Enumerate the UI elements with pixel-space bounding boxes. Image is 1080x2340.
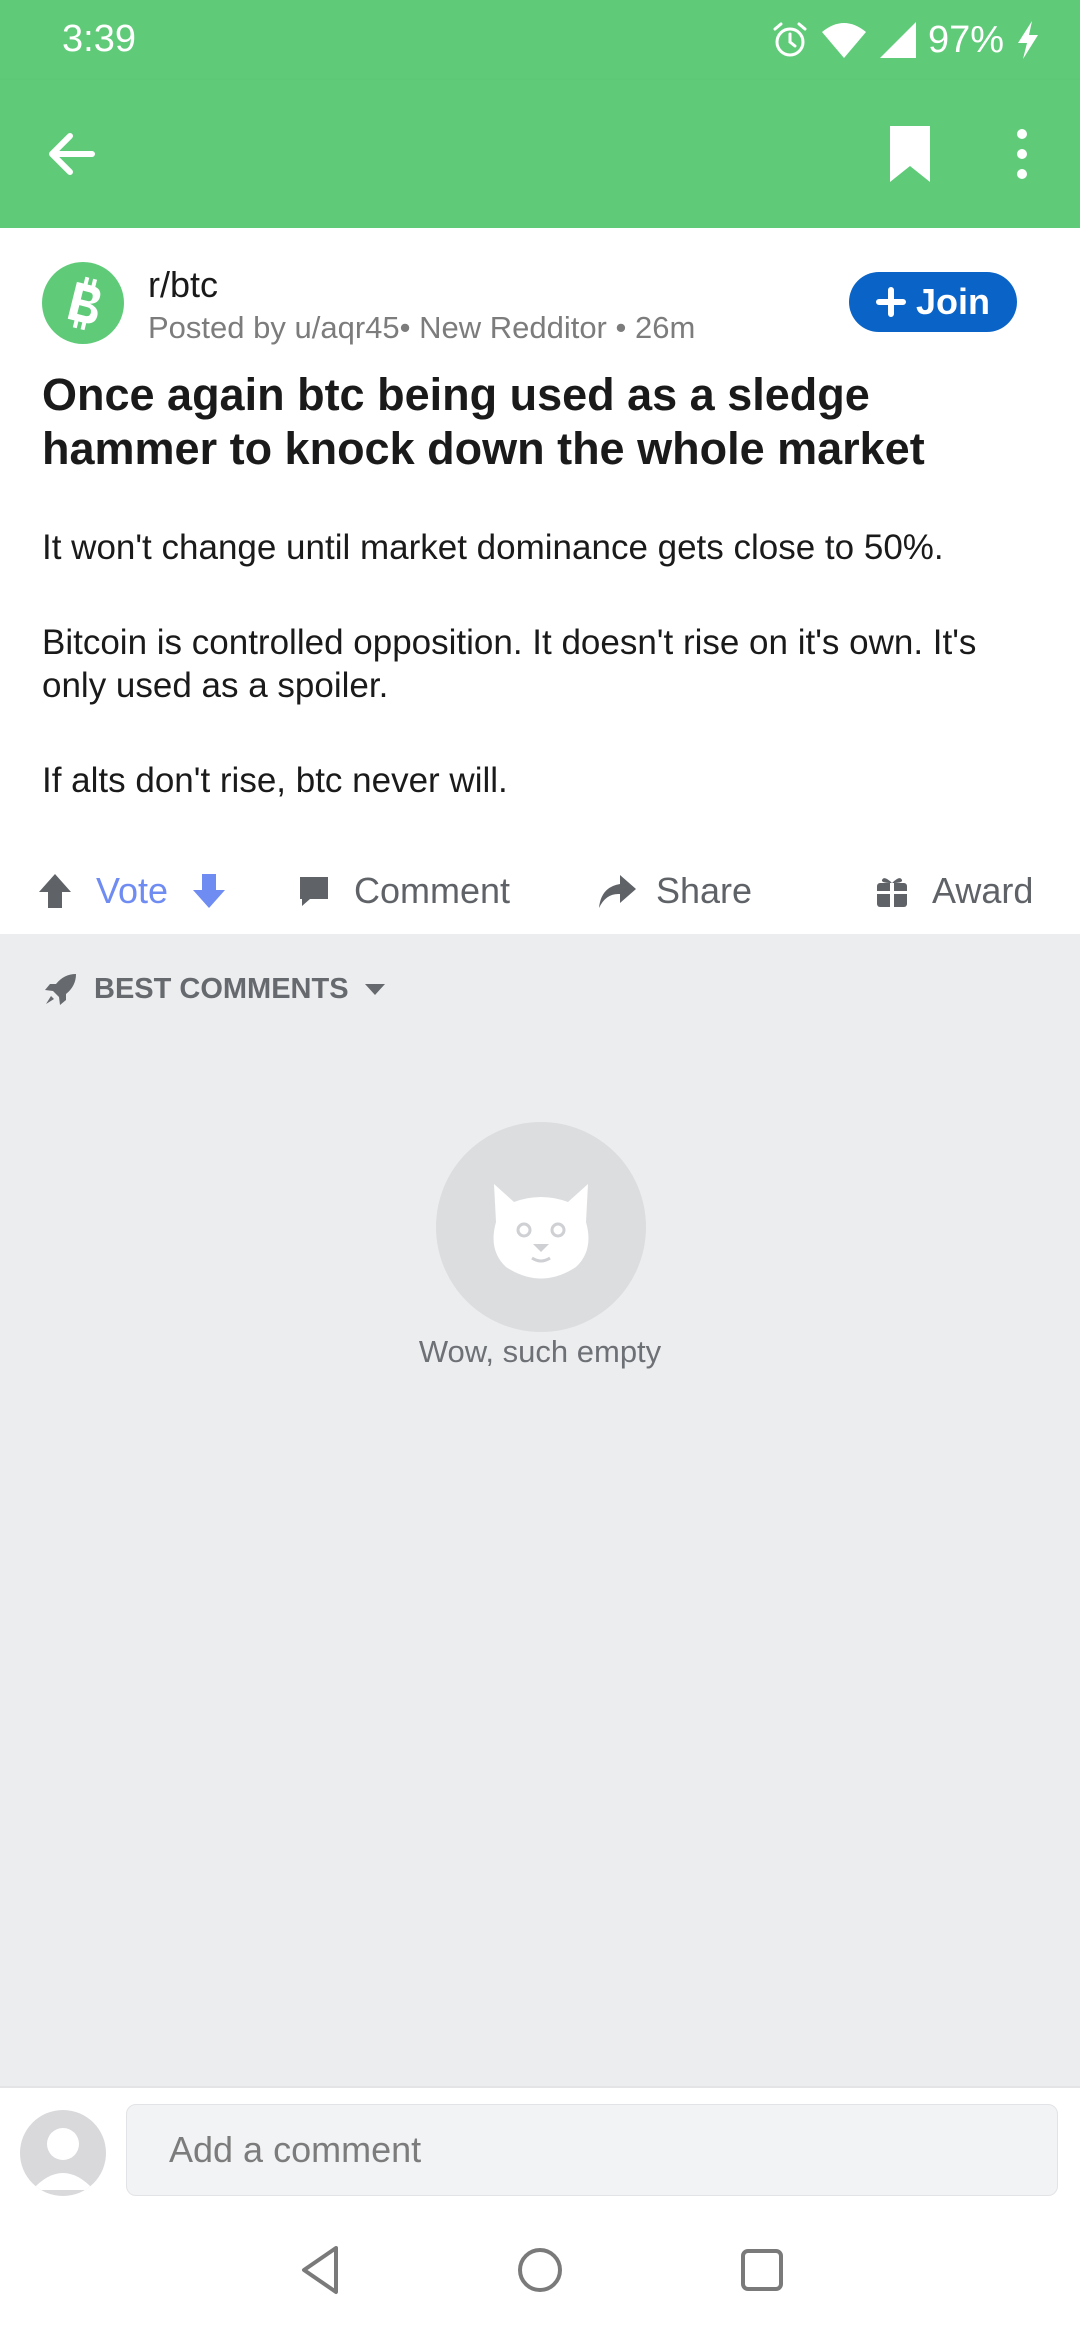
top-toolbar — [0, 80, 1080, 228]
nav-back-icon[interactable] — [292, 2240, 352, 2300]
comment-bar: Add a comment — [0, 2086, 1080, 2202]
join-button[interactable]: Join — [849, 272, 1017, 332]
post-actions: Vote Comment Share Award — [0, 848, 1080, 934]
chevron-down-icon — [364, 984, 385, 995]
plus-icon — [875, 287, 906, 317]
more-vertical-icon[interactable] — [1004, 122, 1040, 186]
comment-button[interactable]: Comment — [296, 848, 510, 934]
nav-recents-icon[interactable] — [732, 2240, 792, 2300]
comment-label: Comment — [354, 870, 511, 911]
subreddit-avatar[interactable] — [42, 262, 124, 344]
sort-label: BEST COMMENTS — [94, 972, 349, 1005]
share-label: Share — [656, 870, 753, 911]
user-avatar[interactable] — [20, 2110, 106, 2196]
bookmark-icon[interactable] — [884, 122, 936, 186]
downvote-icon[interactable] — [190, 871, 228, 911]
back-arrow-icon[interactable] — [40, 122, 104, 186]
alarm-icon — [773, 22, 807, 57]
user-icon — [32, 2128, 94, 2190]
signal-icon — [879, 22, 916, 58]
post-paragraph: If alts don't rise, btc never will. — [42, 761, 508, 800]
vote-label: Vote — [96, 870, 169, 911]
post-meta: Posted by u/aqr45• New Redditor • 26m — [148, 310, 696, 345]
share-icon — [599, 875, 636, 908]
add-comment-input[interactable]: Add a comment — [126, 2104, 1058, 2196]
join-label: Join — [915, 281, 990, 322]
vote-group: Vote — [36, 848, 228, 934]
share-button[interactable]: Share — [596, 848, 752, 934]
battery-percent: 97% — [927, 18, 1004, 61]
gift-icon — [877, 878, 907, 907]
nav-home-icon[interactable] — [510, 2240, 570, 2300]
status-bar: 3:39 97% — [0, 0, 1080, 80]
post-body: It won't change until market dominance g… — [42, 526, 1042, 854]
comment-sort-dropdown[interactable]: BEST COMMENTS — [42, 970, 387, 1008]
cat-face-icon — [493, 1184, 589, 1279]
post-paragraph: It won't change until market dominance g… — [42, 528, 944, 567]
upvote-icon[interactable] — [36, 871, 74, 911]
rocket-icon — [45, 974, 76, 1005]
empty-state-text: Wow, such empty — [418, 1334, 662, 1369]
status-icons: 97% — [770, 16, 1042, 64]
comment-icon — [300, 877, 328, 906]
post-paragraph: Bitcoin is controlled opposition. It doe… — [42, 623, 977, 705]
award-label: Award — [932, 870, 1034, 911]
status-time: 3:39 — [62, 18, 136, 60]
award-button[interactable]: Award — [874, 848, 1033, 934]
bitcoin-icon — [67, 276, 101, 331]
comments-section: BEST COMMENTS Wow, such empty — [0, 934, 1080, 2086]
wifi-icon — [821, 23, 866, 58]
system-nav-bar — [0, 2200, 1080, 2340]
post-card: r/btc Posted by u/aqr45• New Redditor • … — [0, 228, 1080, 934]
subreddit-name[interactable]: r/btc — [148, 264, 218, 306]
post-title: Once again btc being used as a sledge ha… — [42, 369, 925, 474]
empty-state-illustration — [436, 1122, 646, 1332]
charging-icon — [1018, 21, 1038, 59]
